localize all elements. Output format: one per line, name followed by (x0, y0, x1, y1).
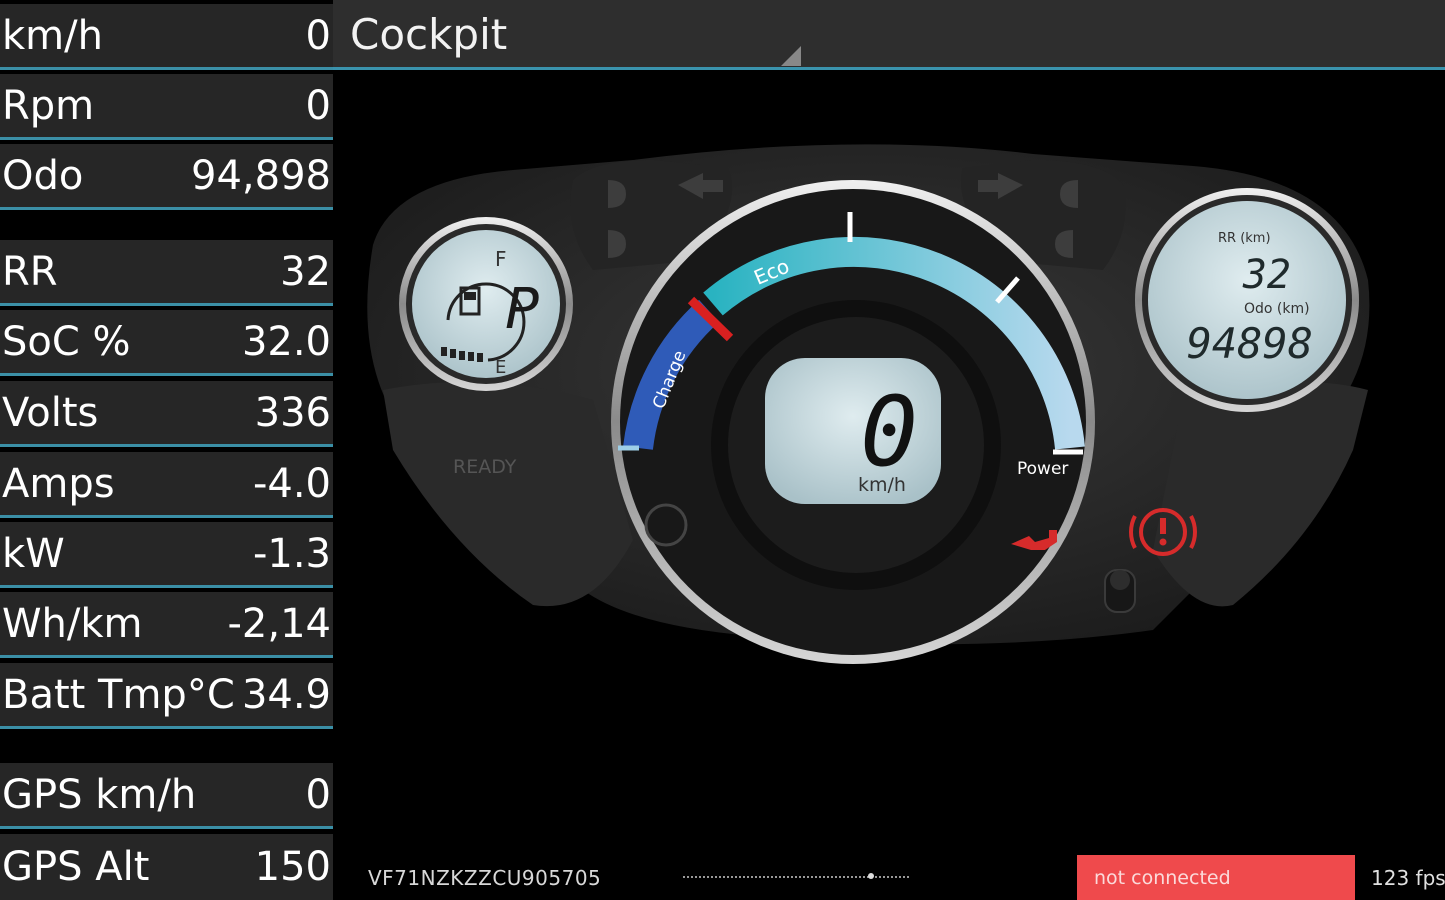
stat-label: km/h (2, 12, 103, 59)
left-lower-panel (383, 382, 633, 607)
stat-label: Rpm (2, 82, 95, 129)
stat-value: 0 (305, 82, 331, 129)
stat-label: GPS km/h (2, 771, 197, 818)
stat-row-volts: Volts 336 (0, 381, 333, 447)
stat-label: GPS Alt (2, 844, 150, 890)
fps-counter: 123 fps (1371, 866, 1445, 890)
stat-label: Odo (2, 152, 84, 199)
stat-value: -1.3 (252, 530, 331, 577)
stat-label: Volts (2, 389, 99, 436)
stat-value: 336 (254, 389, 331, 436)
connection-status-text: not connected (1094, 867, 1231, 889)
instrument-cluster: F E P RR (km) 32 Odo (km) 94898 Eco Char… (333, 70, 1445, 850)
trip-reset-knob (1104, 569, 1136, 613)
stat-value: 34.9 (241, 671, 331, 718)
stat-label: Batt Tmp°C (2, 671, 235, 718)
stat-value: 0 (305, 12, 331, 59)
stat-value: 94,898 (191, 152, 331, 199)
stat-value: 150 (254, 844, 331, 890)
stat-row-gps-alt: GPS Alt 150 (0, 834, 333, 900)
stat-row-odo: Odo 94,898 (0, 144, 333, 210)
center-speed-value: 0 (860, 376, 918, 488)
vin-label: VF71NZKZZCU905705 (368, 866, 602, 890)
stat-value: -4.0 (252, 460, 331, 507)
stat-label: kW (2, 530, 65, 577)
stat-row-rpm: Rpm 0 (0, 74, 333, 140)
stat-row-kw: kW -1.3 (0, 522, 333, 588)
rr-label: RR (km) (1218, 231, 1271, 246)
cluster-graphic: F E P RR (km) 32 Odo (km) 94898 Eco Char… (367, 144, 1370, 664)
stat-label: Wh/km (2, 600, 143, 647)
stat-value: 32 (280, 248, 331, 295)
stat-value: -2,14 (227, 600, 332, 647)
rr-value: 32 (1242, 252, 1291, 298)
stat-row-speed: km/h 0 (0, 4, 333, 70)
odo-value: 94898 (1187, 319, 1313, 368)
action-bar: Cockpit (333, 0, 1445, 70)
ready-indicator: READY (453, 456, 517, 478)
odo-label: Odo (km) (1244, 301, 1310, 317)
range-odo-gauge: RR (km) 32 Odo (km) 94898 (1135, 188, 1359, 412)
connection-status[interactable]: not connected (1077, 855, 1355, 900)
stats-panel: km/h 0 Rpm 0 Odo 94,898 RR 32 SoC % 32.0… (0, 0, 333, 900)
energy-full-mark: F (495, 247, 507, 271)
zone-power-label: Power (1017, 459, 1068, 479)
center-speed-unit: km/h (858, 474, 906, 496)
stat-label: SoC % (2, 318, 131, 365)
stat-row-amps: Amps -4.0 (0, 452, 333, 518)
stat-row-soc: SoC % 32.0 (0, 310, 333, 376)
spinner-dropdown-indicator[interactable] (781, 46, 801, 66)
stat-row-whkm: Wh/km -2,14 (0, 592, 333, 658)
stat-row-batt-temp: Batt Tmp°C 34.9 (0, 663, 333, 729)
stat-value: 0 (305, 771, 331, 818)
stat-row-gps-speed: GPS km/h 0 (0, 763, 333, 829)
right-lower-panel (1153, 382, 1368, 607)
gear-indicator: P (505, 277, 539, 342)
stat-label: Amps (2, 460, 115, 507)
stat-row-rr: RR 32 (0, 240, 333, 306)
activity-progress-indicator (868, 873, 874, 879)
activity-progress-track (683, 876, 909, 878)
stat-label: RR (2, 248, 58, 295)
energy-gauge: F E P (399, 217, 573, 391)
stat-value: 32.0 (241, 318, 331, 365)
energy-empty-mark: E (495, 357, 506, 378)
page-title: Cockpit (350, 10, 508, 59)
power-meter: Eco Charge Power 0 km/h (611, 180, 1095, 664)
